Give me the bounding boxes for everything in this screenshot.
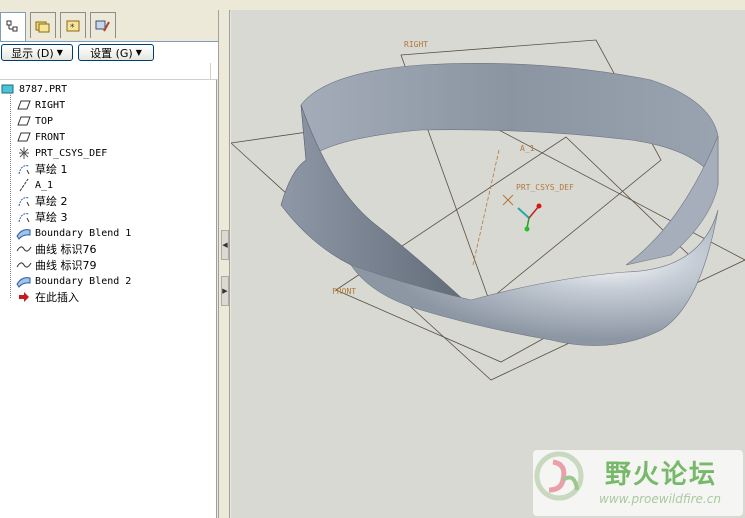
favorites-icon: * — [66, 20, 80, 33]
tab-model-tree[interactable] — [0, 12, 26, 41]
tree-item-axis[interactable]: A_1 — [16, 177, 53, 193]
tree-item-label: 草绘 2 — [35, 195, 68, 208]
sketch-icon — [16, 194, 32, 208]
tree-item-label: Boundary Blend 2 — [35, 275, 132, 287]
boundary-blend-icon — [16, 274, 32, 288]
model-tree-icon — [6, 20, 18, 32]
tree-item-label: 在此插入 — [35, 291, 79, 304]
tree-item-sketch-1[interactable]: 草绘 1 — [16, 161, 68, 177]
tree-item-curve-79[interactable]: 曲线 标识79 — [16, 257, 97, 273]
tree-item-label: RIGHT — [35, 99, 66, 111]
display-dropdown[interactable]: 显示 (D) ▼ — [1, 44, 73, 61]
tree-item-label: 曲线 标识76 — [35, 243, 97, 256]
datum-axis-icon — [16, 178, 32, 192]
tree-item-label: TOP — [35, 115, 54, 127]
tree-item-curve-76[interactable]: 曲线 标识76 — [16, 241, 97, 257]
tree-item-label: PRT_CSYS_DEF — [35, 147, 108, 159]
tab-folder-browser[interactable] — [30, 12, 56, 38]
tree-item-label: 曲线 标识79 — [35, 259, 97, 272]
tree-item-sketch-3[interactable]: 草绘 3 — [16, 209, 68, 225]
tree-item-right[interactable]: RIGHT — [16, 97, 65, 113]
settings-label: 设置 (G) — [90, 46, 133, 60]
connections-icon — [95, 20, 110, 31]
tree-item-boundary-blend-1[interactable]: Boundary Blend 1 — [16, 225, 131, 241]
tree-item-label: A_1 — [35, 179, 54, 191]
tree-item-label: Boundary Blend 1 — [35, 227, 132, 239]
chevron-down-icon: ▼ — [135, 48, 142, 57]
boundary-blend-icon — [16, 226, 32, 240]
curve-icon — [16, 242, 32, 256]
tree-guide-line — [10, 92, 11, 298]
tree-item-boundary-blend-2[interactable]: Boundary Blend 2 — [16, 273, 131, 289]
column-divider[interactable] — [210, 63, 211, 79]
model-tree: 8787.PRT RIGHT TOP FRONT PRT_CSYS_DEF 草绘… — [0, 80, 217, 518]
sketch-icon — [16, 210, 32, 224]
tree-root-label: 8787.PRT — [19, 83, 68, 95]
datum-plane-icon — [16, 130, 32, 144]
watermark-title: 野火论坛 — [605, 460, 718, 490]
chevron-down-icon: ▼ — [56, 48, 63, 57]
tab-favorites[interactable]: * — [60, 12, 86, 38]
navigator-tabs: * — [0, 12, 218, 42]
tree-item-label: 草绘 3 — [35, 211, 68, 224]
watermark-url: www.proewildfire.cn — [599, 492, 721, 506]
forum-watermark: 野火论坛 www.proewildfire.cn — [533, 450, 743, 516]
tree-item-sketch-2[interactable]: 草绘 2 — [16, 193, 68, 209]
csys-icon — [16, 146, 32, 160]
datum-label-right: RIGHT — [404, 40, 428, 49]
part-icon — [0, 82, 16, 96]
graphics-viewport[interactable]: RIGHT FRONT A_1 PRT_CSYS_DEF 野火论坛 www.pr… — [231, 10, 745, 518]
tree-item-label: 草绘 1 — [35, 163, 68, 176]
tree-column-header — [0, 63, 218, 80]
tree-item-insert-here[interactable]: 在此插入 — [16, 289, 79, 305]
datum-label-front: FRONT — [332, 287, 356, 296]
sketch-icon — [16, 162, 32, 176]
panel-splitter[interactable]: ◀ ▶ — [218, 10, 230, 518]
surface-back-band — [300, 63, 719, 186]
folder-icon — [35, 21, 50, 32]
settings-dropdown[interactable]: 设置 (G) ▼ — [78, 44, 154, 61]
datum-plane-icon — [16, 114, 32, 128]
display-label: 显示 (D) — [11, 46, 54, 60]
datum-label-csys: PRT_CSYS_DEF — [516, 183, 574, 192]
forum-logo-icon — [534, 451, 584, 501]
datum-label-axis: A_1 — [520, 144, 535, 153]
tree-toolbar: 显示 (D) ▼ 设置 (G) ▼ — [0, 41, 218, 64]
svg-text:*: * — [70, 23, 75, 33]
curve-icon — [16, 258, 32, 272]
tree-item-top[interactable]: TOP — [16, 113, 53, 129]
model-3d-view: RIGHT FRONT A_1 PRT_CSYS_DEF — [231, 39, 745, 381]
expand-right-button[interactable]: ▶ — [221, 276, 229, 306]
tree-item-front[interactable]: FRONT — [16, 129, 65, 145]
datum-axis-line — [472, 149, 500, 266]
insert-here-arrow-icon — [16, 290, 32, 304]
tab-connections[interactable] — [90, 12, 116, 38]
tree-item-label: FRONT — [35, 131, 66, 143]
csys-icon — [502, 194, 542, 232]
datum-plane-icon — [16, 98, 32, 112]
collapse-left-button[interactable]: ◀ — [221, 230, 229, 260]
model-tree-panel: * 显示 (D) ▼ 设置 (G) ▼ 8787.PRT RIGHT TOP F… — [0, 10, 218, 518]
tree-item-csys[interactable]: PRT_CSYS_DEF — [16, 145, 107, 161]
